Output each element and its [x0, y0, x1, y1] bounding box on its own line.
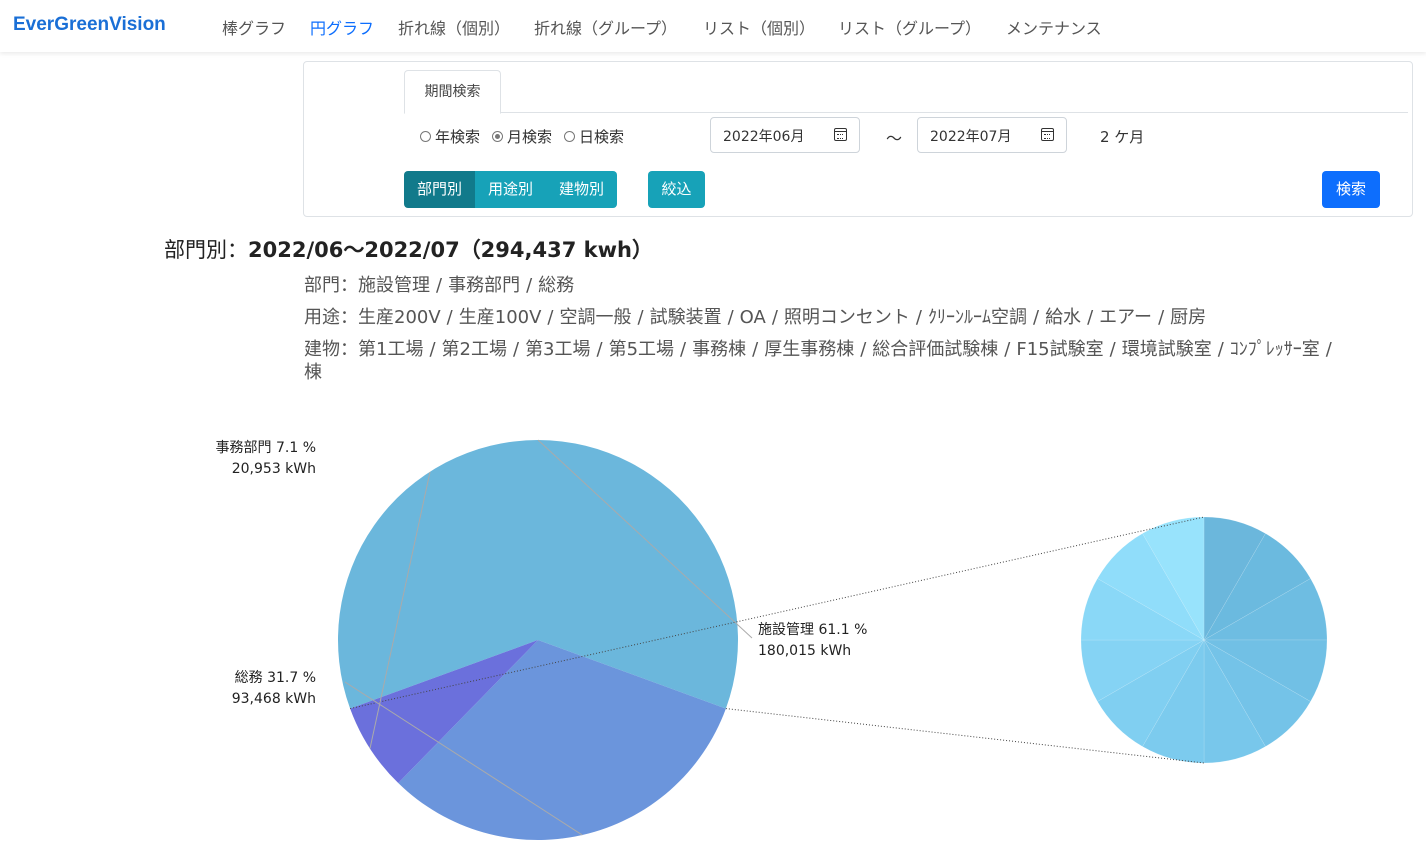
filter-button[interactable]: 絞込	[648, 171, 705, 208]
filter-item: 厚生事務棟	[764, 339, 855, 360]
filter-item: 第5工場	[608, 339, 675, 360]
nav-line-individual[interactable]: 折れ線（個別）	[398, 15, 510, 39]
label-general-value: 93,468 kWh	[232, 691, 316, 707]
filter-separator: /	[1217, 339, 1224, 360]
filter-item: 環境試験室	[1121, 339, 1212, 360]
filter-separator: /	[1109, 339, 1116, 360]
calendar-icon[interactable]	[1041, 128, 1054, 141]
filter-separator: /	[547, 307, 554, 328]
filter-item: 生産200V	[358, 307, 441, 328]
filter-item: 事務部門	[448, 275, 521, 296]
tab-divider	[404, 112, 1408, 113]
summary-title: 部門別：2022/06～2022/07（294,437 kwh）	[164, 234, 653, 264]
filter-building-wrap-tail: 棟	[304, 362, 322, 383]
group-by-usage-button[interactable]: 用途別	[475, 171, 547, 208]
filter-item: 給水	[1045, 307, 1082, 328]
label-general-name: 総務 31.7 %	[235, 670, 316, 686]
filter-item: 第1工場	[358, 339, 424, 360]
filter-item: 総合評価試験棟	[872, 339, 999, 360]
filter-item: OA	[739, 307, 766, 328]
filter-label: 建物：	[304, 339, 358, 360]
filter-department-line: 部門：施設管理 / 事務部門 / 総務	[304, 271, 574, 297]
filter-separator: /	[1032, 307, 1040, 328]
filter-item: 総務	[538, 275, 575, 296]
label-main-value: 180,015 kWh	[758, 643, 851, 659]
filter-separator: /	[915, 307, 922, 328]
filter-separator: /	[512, 339, 520, 360]
radio-month-circle[interactable]	[492, 131, 504, 142]
months-count: 2 ケ月	[1100, 128, 1145, 146]
filter-label: 部門：	[304, 275, 358, 296]
search-mode-radio-group: 年検索 月検索 日検索	[420, 126, 636, 147]
radio-month-label: 月検索	[507, 128, 553, 146]
group-by-button-group: 部門別 用途別 建物別	[404, 171, 618, 208]
date-to-input[interactable]: 2022年07月	[917, 117, 1067, 153]
filter-separator: /	[637, 307, 644, 328]
top-navbar: EverGreenVision 棒グラフ 円グラフ 折れ線（個別） 折れ線（グル…	[0, 0, 1426, 52]
filter-item: F15試験室	[1016, 339, 1104, 360]
filter-separator: /	[1087, 307, 1094, 328]
filter-item: 事務棟	[692, 339, 747, 360]
filter-separator: /	[1004, 339, 1011, 360]
brand-logo[interactable]: EverGreenVision	[13, 14, 166, 36]
summary-title-prefix: 部門別：	[164, 238, 248, 262]
calendar-icon[interactable]	[834, 128, 847, 141]
date-range-separator: ～	[886, 129, 903, 148]
filter-separator: /	[436, 275, 443, 296]
filter-item: エアー	[1099, 307, 1153, 328]
radio-day-circle[interactable]	[564, 131, 576, 142]
filter-separator: /	[752, 339, 759, 360]
group-by-department-button[interactable]: 部門別	[404, 171, 476, 208]
filter-item: 第3工場	[525, 339, 591, 360]
filter-item: 厨房	[1170, 307, 1207, 328]
nav-line-group[interactable]: 折れ線（グループ）	[534, 15, 677, 39]
filter-separator: /	[1325, 339, 1332, 360]
date-from-value: 2022年06月	[723, 129, 805, 145]
filter-separator: /	[727, 307, 734, 328]
filter-item: 施設管理	[358, 275, 430, 296]
nav-list-individual[interactable]: リスト（個別）	[703, 15, 815, 39]
filter-building-line: 建物：第1工場 / 第2工場 / 第3工場 / 第5工場 / 事務棟 / 厚生事務棟 / 総合評価試験棟…	[304, 335, 1338, 361]
filter-separator: /	[446, 307, 453, 328]
summary-title-period: 2022/06～2022/07（294,437 kwh）	[248, 238, 653, 262]
search-panel: 期間検索 年検索 月検索 日検索 2022年06月 ～ 2022年07月 2 ケ…	[303, 61, 1413, 217]
group-by-building-button[interactable]: 建物別	[546, 171, 618, 208]
radio-year-circle[interactable]	[420, 131, 431, 142]
filter-item: ｺﾝﾌﾟﾚｯｻｰ室	[1229, 339, 1320, 360]
label-main-name: 施設管理 61.1 %	[758, 622, 867, 638]
date-from-input[interactable]: 2022年06月	[710, 117, 860, 153]
filter-item: 照明コンセント	[783, 307, 910, 328]
label-office-name: 事務部門 7.1 %	[216, 440, 316, 456]
filter-separator: /	[429, 339, 436, 360]
filter-usage-line: 用途：生産200V / 生産100V / 空調一般 / 試験装置 / OA / 照明コンセント / ｸﾘ…	[304, 303, 1206, 329]
label-office-value: 20,953 kWh	[232, 461, 316, 477]
filter-item: 第2工場	[441, 339, 507, 360]
filter-item: 生産100V	[458, 307, 542, 328]
filter-separator: /	[680, 339, 687, 360]
nav-list-group[interactable]: リスト（グループ）	[838, 15, 981, 39]
nav-pie-chart[interactable]: 円グラフ	[310, 15, 374, 39]
search-button[interactable]: 検索	[1322, 171, 1380, 208]
filter-item: 試験装置	[649, 307, 722, 328]
radio-year-label: 年検索	[435, 128, 481, 146]
filter-separator: /	[1158, 307, 1165, 328]
filter-item: ｸﾘｰﾝﾙｰﾑ空調	[927, 307, 1027, 328]
date-to-value: 2022年07月	[930, 129, 1012, 145]
tab-period-search[interactable]: 期間検索	[404, 70, 501, 114]
radio-month[interactable]: 月検索	[492, 126, 552, 147]
nav-maintenance[interactable]: メンテナンス	[1006, 15, 1102, 39]
filter-separator: /	[526, 275, 533, 296]
filter-label: 用途：	[304, 307, 358, 328]
pie-of-pie-chart: 施設管理 61.1 % 180,015 kWh 総務 31.7 % 93,468 kW…	[216, 439, 1328, 840]
filter-item: 空調一般	[559, 307, 632, 328]
filter-separator: /	[860, 339, 867, 360]
filter-separator: /	[596, 339, 603, 360]
radio-day-label: 日検索	[579, 128, 625, 146]
radio-year[interactable]: 年検索	[420, 126, 480, 147]
nav-bar-chart[interactable]: 棒グラフ	[222, 15, 286, 39]
filter-separator: /	[771, 307, 778, 328]
radio-day[interactable]: 日検索	[564, 126, 624, 147]
